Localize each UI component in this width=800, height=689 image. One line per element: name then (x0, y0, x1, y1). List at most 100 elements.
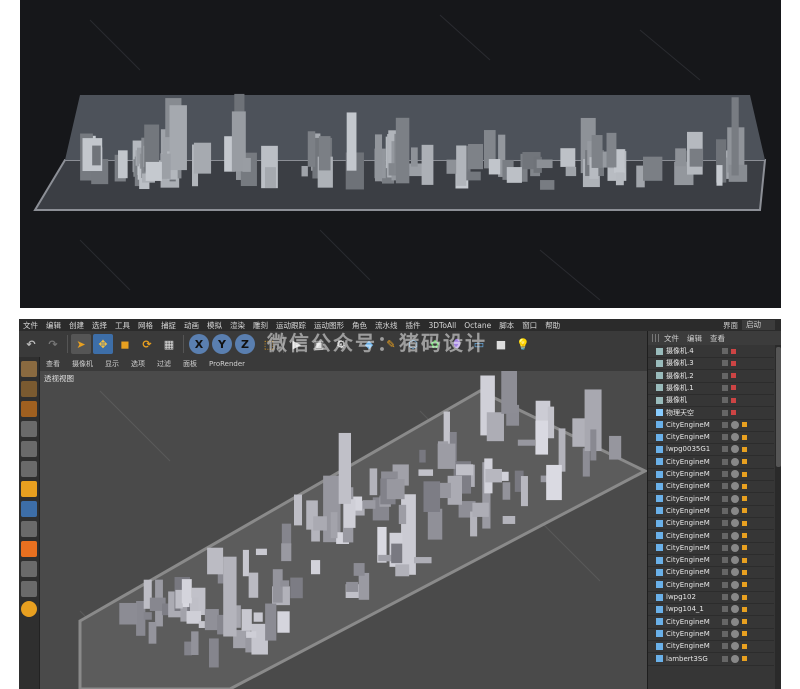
visibility-toggle-icon[interactable] (722, 655, 728, 662)
material-tag-icon[interactable] (731, 445, 739, 454)
visibility-toggle-icon[interactable] (722, 384, 728, 391)
redo-icon[interactable]: ↷ (43, 334, 63, 354)
visibility-toggle-icon[interactable] (722, 458, 728, 465)
edges-mode-icon[interactable] (21, 441, 37, 457)
visibility-toggle-icon[interactable] (722, 372, 728, 379)
viewport-menu-item[interactable]: 过滤 (151, 359, 177, 369)
object-row[interactable]: CityEngineM (648, 419, 774, 432)
object-manager-menu-item[interactable]: 查看 (706, 333, 729, 344)
axis-y-button[interactable]: Y (212, 334, 232, 354)
texture-tag-icon[interactable] (742, 434, 747, 440)
visibility-toggle-icon[interactable] (722, 520, 728, 527)
object-row[interactable]: CityEngineM (648, 505, 774, 518)
polygons-mode-icon[interactable] (21, 461, 37, 477)
menu-item[interactable]: 捕捉 (157, 320, 180, 331)
object-row[interactable]: CityEngineM (648, 530, 774, 543)
menu-item[interactable]: 选择 (88, 320, 111, 331)
viewport-menu-item[interactable]: 面板 (177, 359, 203, 369)
solo-icon[interactable] (21, 601, 37, 617)
material-tag-icon[interactable] (731, 494, 739, 503)
object-row[interactable]: CityEngineM (648, 468, 774, 481)
object-row[interactable]: CityEngineM (648, 517, 774, 531)
texture-tag-icon[interactable] (742, 483, 747, 489)
material-tag-icon[interactable] (731, 629, 739, 638)
object-row[interactable]: CityEngineM (648, 493, 774, 506)
visibility-toggle-icon[interactable] (722, 643, 728, 650)
visibility-toggle-icon[interactable] (722, 348, 728, 354)
viewport-menu-item[interactable]: 选项 (125, 359, 151, 369)
viewport-menu-item[interactable]: 摄像机 (66, 359, 99, 369)
menu-item[interactable]: 脚本 (495, 320, 518, 331)
texture-tag-icon[interactable] (742, 446, 747, 452)
object-manager-menu-item[interactable]: 编辑 (683, 333, 706, 344)
menu-item[interactable]: 创建 (65, 320, 88, 331)
texture-tag-icon[interactable] (742, 545, 747, 551)
panel-grip-icon[interactable] (652, 334, 660, 342)
menu-item[interactable]: 编辑 (42, 320, 65, 331)
object-row[interactable]: CityEngineM (648, 640, 774, 654)
make-editable-icon[interactable] (21, 361, 37, 377)
object-tag-icon[interactable] (731, 410, 736, 415)
visibility-toggle-icon[interactable] (722, 507, 728, 514)
texture-tag-icon[interactable] (742, 569, 747, 575)
material-tag-icon[interactable] (731, 605, 739, 614)
material-tag-icon[interactable] (731, 556, 739, 565)
lock-workplane-icon[interactable] (21, 581, 37, 597)
scale-tool-icon[interactable]: ◼ (115, 334, 135, 354)
visibility-toggle-icon[interactable] (722, 495, 728, 502)
material-tag-icon[interactable] (731, 433, 739, 442)
object-tag-icon[interactable] (731, 360, 736, 366)
visibility-toggle-icon[interactable] (722, 434, 728, 441)
texture-tag-icon[interactable] (742, 656, 747, 661)
object-row[interactable]: CityEngineM (648, 579, 774, 592)
object-tag-icon[interactable] (731, 348, 736, 354)
model-mode-icon[interactable] (21, 381, 37, 397)
object-row[interactable]: 摄像机.2 (648, 370, 774, 383)
material-tag-icon[interactable] (731, 420, 739, 429)
tweak-mode-icon[interactable] (21, 501, 37, 517)
undo-icon[interactable]: ↶ (21, 334, 41, 354)
material-tag-icon[interactable] (731, 482, 739, 491)
object-row[interactable]: lwpg0035G1 (648, 443, 774, 457)
move-tool-icon[interactable]: ✥ (93, 334, 113, 354)
axis-z-button[interactable]: Z (235, 334, 255, 354)
snap-icon[interactable] (21, 521, 37, 537)
texture-tag-icon[interactable] (742, 471, 747, 477)
object-row[interactable]: CityEngineM (648, 628, 774, 641)
viewport-menu-item[interactable]: 查看 (40, 359, 66, 369)
object-row[interactable]: CityEngineM (648, 616, 774, 629)
visibility-toggle-icon[interactable] (722, 483, 728, 490)
texture-tag-icon[interactable] (742, 496, 747, 502)
viewport-menu-item[interactable]: ProRender (203, 360, 251, 368)
viewport-menu-item[interactable]: 显示 (99, 359, 125, 369)
texture-tag-icon[interactable] (742, 631, 747, 637)
visibility-toggle-icon[interactable] (722, 569, 728, 576)
visibility-toggle-icon[interactable] (722, 397, 728, 404)
menu-item[interactable]: 文件 (19, 320, 42, 331)
recent-tools-icon[interactable]: ▦ (159, 334, 179, 354)
texture-tag-icon[interactable] (742, 606, 747, 612)
object-row[interactable]: CityEngineM (648, 456, 774, 469)
object-row[interactable]: lambert3SG (648, 653, 774, 666)
object-row[interactable]: CityEngineM (648, 431, 774, 445)
layout-dropdown[interactable]: 启动 (742, 320, 775, 330)
object-row[interactable]: CityEngineM (648, 566, 774, 580)
texture-tag-icon[interactable] (742, 459, 747, 465)
material-tag-icon[interactable] (731, 593, 739, 601)
texture-tag-icon[interactable] (742, 619, 747, 625)
texture-tag-icon[interactable] (742, 594, 747, 600)
object-tag-icon[interactable] (731, 385, 736, 391)
material-tag-icon[interactable] (731, 617, 739, 626)
object-row[interactable]: 摄像机 (648, 394, 774, 408)
texture-tag-icon[interactable] (742, 643, 747, 649)
visibility-toggle-icon[interactable] (722, 557, 728, 564)
visibility-toggle-icon[interactable] (722, 581, 728, 588)
material-tag-icon[interactable] (731, 568, 739, 577)
object-list-scrollbar[interactable] (775, 345, 781, 689)
object-row[interactable]: 摄像机.3 (648, 357, 774, 371)
rotate-tool-icon[interactable]: ⟳ (137, 334, 157, 354)
workplane-icon[interactable] (21, 561, 37, 577)
texture-mode-icon[interactable] (21, 401, 37, 417)
material-tag-icon[interactable] (731, 580, 739, 589)
visibility-toggle-icon[interactable] (722, 606, 728, 613)
